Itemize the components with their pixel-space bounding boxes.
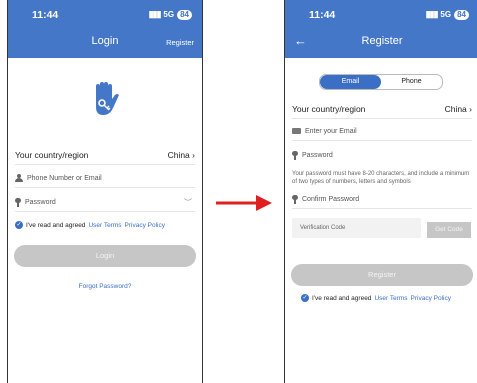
user-terms-link[interactable]: User Terms [374, 295, 407, 302]
page-title: Register [361, 35, 403, 47]
signal-icon: ▮▮▮ [425, 9, 439, 19]
key-icon [292, 194, 298, 204]
phone-email-input[interactable]: Phone Number or Email [15, 169, 195, 188]
confirm-password-placeholder: Confirm Password [302, 195, 360, 203]
country-selector[interactable]: Your country/region China › [15, 146, 195, 165]
status-bar: 11:44 ▮▮▮ 5G 84 [285, 8, 477, 24]
network-label: 5G [440, 10, 452, 19]
hand-key-logo-icon [96, 82, 119, 115]
register-method-toggle: Email Phone [319, 74, 443, 90]
checkbox-checked-icon[interactable]: ✓ [15, 221, 23, 229]
login-button[interactable]: Login [14, 245, 196, 267]
mail-icon [292, 128, 301, 134]
email-input[interactable]: Enter your Email [292, 122, 472, 141]
signal-indicator: ▮▮▮ 5G 84 [426, 9, 469, 20]
status-bar: 11:44 ▮▮▮ 5G 84 [8, 8, 202, 24]
privacy-policy-link[interactable]: Privacy Policy [125, 222, 165, 229]
password-input[interactable]: Password ︶ [15, 193, 195, 212]
phone-email-placeholder: Phone Number or Email [27, 174, 102, 182]
status-time: 11:44 [32, 9, 59, 21]
battery-icon: 84 [177, 9, 192, 20]
register-header: 11:44 ▮▮▮ 5G 84 ← Register [285, 0, 477, 58]
register-button[interactable]: Register [291, 264, 473, 286]
terms-agreement: ✓ I've read and agreed User Terms Privac… [15, 221, 165, 229]
battery-icon: 84 [454, 9, 469, 20]
login-screen: 11:44 ▮▮▮ 5G 84 Login Register Your coun… [7, 0, 203, 383]
get-code-button[interactable]: Get Code [427, 222, 471, 238]
country-label: Your country/region [292, 104, 366, 114]
email-placeholder: Enter your Email [305, 127, 357, 135]
password-placeholder: Password [302, 151, 333, 159]
country-value: China › [444, 104, 472, 114]
forgot-password-link[interactable]: Forgot Password? [8, 283, 202, 290]
status-time: 11:44 [309, 9, 336, 21]
register-link[interactable]: Register [166, 38, 194, 47]
country-value: China › [167, 150, 195, 160]
confirm-password-input[interactable]: Confirm Password [292, 190, 472, 209]
agree-text: I've read and agreed [312, 294, 372, 302]
verification-code-input[interactable]: Verification Code [292, 218, 421, 238]
signal-icon: ▮▮▮ [148, 9, 162, 19]
terms-agreement: ✓ I've read and agreed User Terms Privac… [301, 294, 451, 302]
tab-email[interactable]: Email [320, 75, 381, 89]
login-header: 11:44 ▮▮▮ 5G 84 Login Register [8, 0, 202, 58]
password-hint: Your password must have 8-20 characters,… [292, 171, 470, 185]
country-label: Your country/region [15, 150, 89, 160]
key-icon [15, 197, 21, 207]
network-label: 5G [163, 10, 175, 19]
register-screen: 11:44 ▮▮▮ 5G 84 ← Register Email Phone Y… [284, 0, 477, 383]
tab-phone[interactable]: Phone [381, 75, 442, 89]
signal-indicator: ▮▮▮ 5G 84 [149, 9, 192, 20]
user-terms-link[interactable]: User Terms [88, 222, 121, 229]
person-icon [15, 174, 23, 182]
key-icon [292, 150, 298, 160]
password-input[interactable]: Password [292, 146, 472, 164]
country-selector[interactable]: Your country/region China › [292, 100, 472, 119]
hide-password-icon[interactable]: ︶ [184, 197, 192, 208]
checkbox-checked-icon[interactable]: ✓ [301, 294, 309, 302]
agree-text: I've read and agreed [26, 221, 86, 229]
privacy-policy-link[interactable]: Privacy Policy [411, 295, 451, 302]
arrow-right-icon [216, 195, 272, 211]
password-placeholder: Password [25, 198, 56, 206]
